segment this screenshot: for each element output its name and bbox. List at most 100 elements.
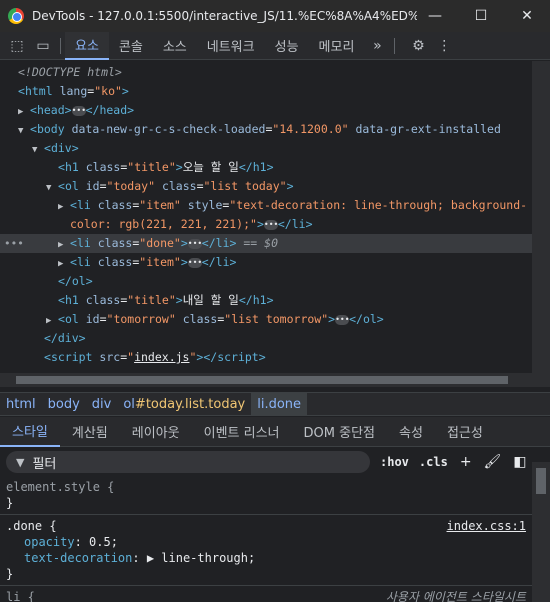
tab-computed[interactable]: 계산됨 [60, 417, 120, 447]
paint-brush-icon[interactable]: 🖌 [484, 454, 502, 470]
dom-node-ol-today[interactable]: ▼ <ol id="today" class="list today"> [0, 177, 540, 196]
dom-node-li-item-styled[interactable]: ▶ <li class="item" style="text-decoration… [0, 196, 540, 215]
class-attr: class [161, 179, 197, 193]
head-tag: head [36, 103, 65, 117]
dom-node-ol-close[interactable]: </ol> [0, 272, 540, 291]
class-value: "done" [139, 236, 181, 250]
dom-node-h1-tomorrow[interactable]: <h1 class="title">내일 할 일</h1> [0, 291, 540, 310]
dom-doctype[interactable]: <!DOCTYPE html> [0, 63, 540, 82]
dom-node-body[interactable]: ▼ <body data-new-gr-c-s-check-loaded="14.… [0, 120, 540, 139]
lang-attr: lang [59, 84, 88, 98]
tab-event-listeners[interactable]: 이벤트 리스너 [192, 417, 292, 447]
breadcrumb-html[interactable]: html [0, 392, 42, 416]
scrollbar-thumb[interactable] [536, 468, 546, 494]
ellipsis-icon[interactable]: ••• [263, 219, 278, 230]
close-button[interactable]: ✕ [504, 0, 550, 32]
dom-node-script[interactable]: <script src="index.js"></script> [0, 348, 540, 367]
maximize-button[interactable]: ☐ [458, 0, 504, 32]
tab-memory[interactable]: 메모리 [309, 32, 365, 60]
li-close-tag: li [215, 255, 230, 269]
settings-gear-icon[interactable]: ⚙ [405, 32, 431, 60]
class-attr: class [85, 293, 121, 307]
opacity-value[interactable]: 0.5; [89, 535, 118, 549]
breadcrumb-div[interactable]: div [86, 392, 118, 416]
ellipsis-icon[interactable]: ••• [187, 257, 202, 268]
stylesheet-link[interactable]: index.css:1 [447, 518, 526, 534]
h1-tag: h1 [64, 160, 79, 174]
class-value: "list tomorrow" [224, 312, 329, 326]
breadcrumb-ol[interactable]: ol #today.list.today [117, 392, 251, 416]
tab-properties[interactable]: 속성 [387, 417, 435, 447]
text-decoration-property[interactable]: text-decoration [24, 551, 132, 565]
script-src-link[interactable]: index.js [134, 350, 189, 364]
dom-vertical-scrollbar[interactable] [532, 61, 550, 387]
div-tag: div [50, 141, 72, 155]
tab-layout[interactable]: 레이아웃 [120, 417, 192, 447]
add-rule-icon[interactable]: + [460, 454, 472, 470]
dom-node-head[interactable]: ▶ <head>•••</head> [0, 101, 540, 120]
more-tabs-icon[interactable]: » [364, 32, 390, 60]
id-value: "today" [106, 179, 155, 193]
expand-shorthand-icon[interactable]: ▶ [147, 551, 161, 565]
dom-node-li-item-styled-cont[interactable]: color: rgb(221, 221, 221);">•••</li> [0, 215, 540, 234]
tab-performance[interactable]: 성능 [265, 32, 309, 60]
h1-text: 내일 할 일 [182, 293, 239, 307]
cls-toggle-button[interactable]: .cls [419, 455, 448, 469]
toolbar-divider [394, 37, 396, 54]
ol-close-tag: ol [71, 274, 86, 288]
tab-dom-breakpoints[interactable]: DOM 중단점 [292, 417, 387, 447]
more-options-icon[interactable]: ⋮ [431, 32, 457, 60]
dom-node-html[interactable]: <html lang="ko"> [0, 82, 540, 101]
styles-vertical-scrollbar[interactable] [532, 462, 550, 602]
element-style-rule: element.style { } [0, 476, 532, 515]
filter-placeholder: 필터 [32, 456, 57, 472]
scrollbar-thumb[interactable] [16, 376, 508, 384]
inspect-element-icon[interactable]: ⬚ [4, 32, 30, 60]
h1-tag: h1 [64, 293, 79, 307]
filter-input[interactable]: ▼ 필터 [6, 451, 370, 473]
dom-node-li-done[interactable]: ••• ▶ <li class="done">•••</li> == $0 [0, 234, 540, 253]
h1-text: 오늘 할 일 [182, 160, 239, 174]
ellipsis-icon[interactable]: ••• [71, 105, 86, 116]
tab-network[interactable]: 네트워크 [197, 32, 265, 60]
rule-close-brace: } [6, 567, 14, 581]
tab-styles[interactable]: 스타일 [0, 417, 60, 447]
hov-toggle-button[interactable]: :hov [380, 455, 409, 469]
element-style-selector[interactable]: element.style { [6, 480, 114, 494]
dom-node-li-item[interactable]: ▶ <li class="item">•••</li> [0, 253, 540, 272]
dom-node-div-close[interactable]: </div> [0, 329, 540, 348]
breadcrumb-li-done[interactable]: li.done [251, 392, 308, 416]
tab-elements[interactable]: 요소 [65, 31, 109, 60]
li-close-tag: li [215, 236, 230, 250]
tab-accessibility[interactable]: 접근성 [435, 417, 495, 447]
tab-console[interactable]: 콘솔 [109, 32, 153, 60]
style-value-1: "text-decoration: line-through; backgrou… [229, 198, 528, 212]
toggle-sidebar-icon[interactable]: ◧ [513, 454, 526, 470]
ol-close-tag: ol [362, 312, 377, 326]
h1-close-tag: h1 [252, 160, 267, 174]
ellipsis-icon[interactable]: ••• [335, 314, 350, 325]
style-attr: style [187, 198, 223, 212]
body-attr-2: data-gr-ext-installed [355, 122, 501, 136]
node-actions-icon[interactable]: ••• [4, 234, 24, 253]
minimize-button[interactable]: — [412, 0, 458, 32]
ol-tag: ol [64, 312, 79, 326]
devtools-toolbar: ⬚ ▭ 요소 콘솔 소스 네트워크 성능 메모리 » ⚙ ⋮ [0, 31, 550, 60]
done-selector[interactable]: .done { [6, 519, 57, 533]
opacity-property[interactable]: opacity [24, 535, 75, 549]
dom-node-ol-tomorrow[interactable]: ▶ <ol id="tomorrow" class="list tomorrow"… [0, 310, 540, 329]
style-value-2: color: rgb(221, 221, 221);" [70, 217, 257, 231]
tab-sources[interactable]: 소스 [153, 32, 197, 60]
div-close-tag: div [57, 331, 79, 345]
li-selector[interactable]: li { [6, 590, 35, 602]
selected-node-marker: == $0 [243, 236, 278, 250]
text-decoration-value[interactable]: line-through; [161, 551, 255, 565]
dom-node-h1-today[interactable]: <h1 class="title">오늘 할 일</h1> [0, 158, 540, 177]
class-value: "title" [127, 160, 176, 174]
breadcrumb-body[interactable]: body [42, 392, 86, 416]
device-toolbar-icon[interactable]: ▭ [30, 32, 56, 60]
ellipsis-icon[interactable]: ••• [187, 238, 202, 249]
id-attr: id [85, 312, 100, 326]
dom-node-div[interactable]: ▼ <div> [0, 139, 540, 158]
dom-horizontal-scrollbar[interactable] [0, 373, 532, 387]
